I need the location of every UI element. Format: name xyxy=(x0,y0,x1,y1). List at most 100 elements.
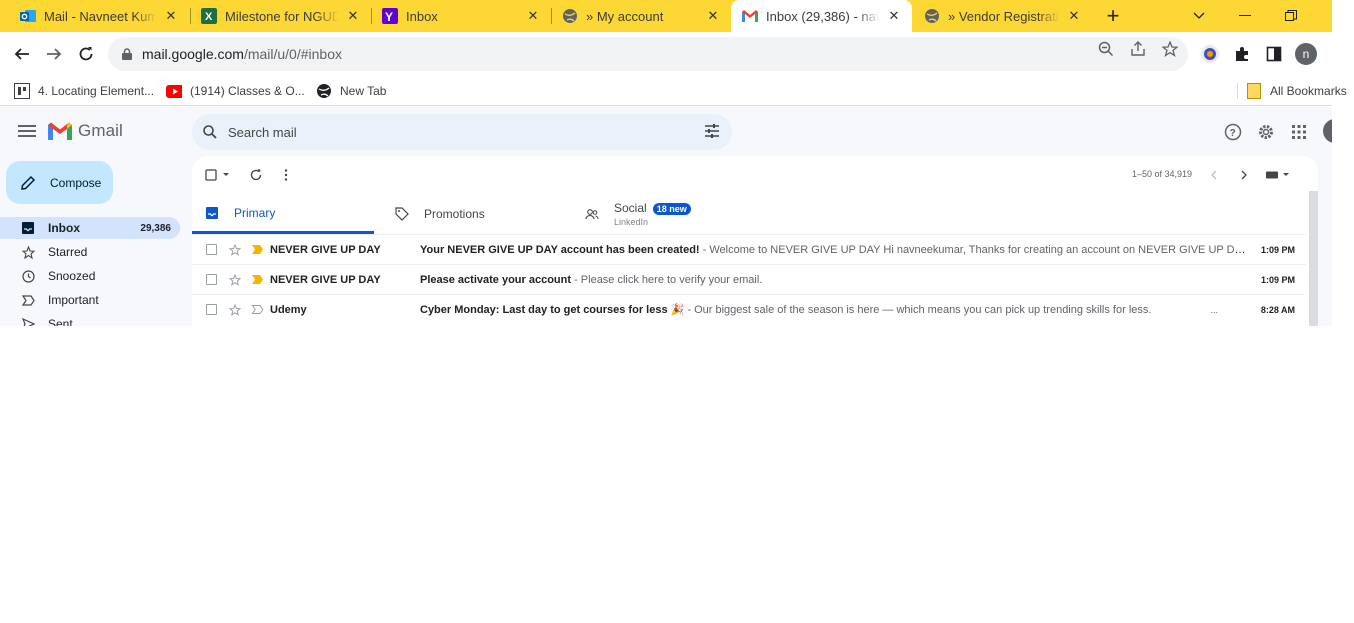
forward-icon[interactable] xyxy=(42,42,66,66)
row-checkbox[interactable] xyxy=(206,244,217,255)
all-bookmarks-button[interactable]: All Bookmarks xyxy=(1246,81,1347,101)
tab-social[interactable]: Social 18 new LinkedIn xyxy=(572,194,754,234)
profile-avatar[interactable]: n xyxy=(1294,42,1318,66)
reload-icon[interactable] xyxy=(74,42,98,66)
restore-button[interactable] xyxy=(1268,0,1314,32)
bookmark-item[interactable]: 4. Locating Element... xyxy=(14,81,154,101)
star-icon[interactable] xyxy=(228,303,242,317)
people-icon xyxy=(584,206,600,222)
account-avatar[interactable] xyxy=(1323,119,1332,143)
tab-primary[interactable]: Primary xyxy=(192,194,374,234)
browser-tab[interactable]: » Vendor Registration ✕ xyxy=(912,0,1092,32)
row-checkbox[interactable] xyxy=(206,304,217,315)
unread-count: 29,386 xyxy=(140,222,171,234)
scrollbar[interactable] xyxy=(1309,191,1318,326)
svg-text:X: X xyxy=(205,11,213,23)
email-row[interactable]: Udemy Cyber Monday: Last day to get cour… xyxy=(192,294,1306,324)
browser-tab[interactable]: Y Inbox ✕ xyxy=(362,0,551,32)
bookmark-item[interactable]: New Tab xyxy=(316,81,386,101)
mail-list-panel: 1–50 of 34,919 Primary Promotions Social… xyxy=(192,156,1318,326)
important-marker-icon[interactable] xyxy=(251,273,265,287)
important-marker-icon[interactable] xyxy=(251,243,265,257)
close-icon[interactable]: ✕ xyxy=(1066,8,1082,24)
address-bar[interactable]: mail.google.com/mail/u/0/#inbox xyxy=(108,37,1188,71)
nav-starred[interactable]: Starred xyxy=(0,241,180,263)
apps-grid-icon[interactable] xyxy=(1289,122,1309,142)
yahoo-icon: Y xyxy=(382,8,398,24)
search-bar[interactable]: Search mail xyxy=(192,114,732,150)
side-panel-icon[interactable] xyxy=(1262,42,1286,66)
nav-important[interactable]: Important xyxy=(0,289,180,311)
nav-snoozed[interactable]: Snoozed xyxy=(0,265,180,287)
gmail-wordmark: Gmail xyxy=(78,121,123,140)
nav-label: Important xyxy=(48,293,99,307)
close-icon[interactable]: ✕ xyxy=(345,8,361,24)
search-input[interactable]: Search mail xyxy=(228,125,297,140)
email-subject: Please activate your account xyxy=(420,273,572,286)
more-vert-icon[interactable] xyxy=(277,166,295,184)
tab-strip: Mail - Navneet Kumar ✕ X Milestone for N… xyxy=(0,0,1332,32)
chevron-right-icon[interactable] xyxy=(1235,166,1253,184)
chevron-left-icon[interactable] xyxy=(1205,166,1223,184)
tab-search-chevron-icon[interactable] xyxy=(1176,0,1222,32)
nav-label: Starred xyxy=(48,245,88,259)
browser-tab[interactable]: Mail - Navneet Kumar ✕ xyxy=(0,0,189,32)
new-count-badge: 18 new xyxy=(652,203,691,215)
close-icon[interactable]: ✕ xyxy=(705,8,721,24)
close-icon[interactable]: ✕ xyxy=(886,8,902,24)
star-icon[interactable] xyxy=(228,243,242,257)
search-icon[interactable] xyxy=(202,124,218,140)
bookmark-star-icon[interactable] xyxy=(1162,41,1178,57)
tab-promotions[interactable]: Promotions xyxy=(382,194,564,234)
nav-sent[interactable]: Sent xyxy=(0,313,180,326)
select-all-checkbox[interactable] xyxy=(204,166,232,184)
refresh-icon[interactable] xyxy=(247,166,265,184)
bookmark-item[interactable]: (1914) Classes & O... xyxy=(166,81,305,101)
url-text: mail.google.com/mail/u/0/#inbox xyxy=(142,46,342,62)
url-path: /mail/u/0/#inbox xyxy=(243,46,342,62)
input-tools-keyboard-icon[interactable] xyxy=(1264,166,1292,184)
bookmarks-divider xyxy=(1237,83,1238,99)
new-tab-button[interactable]: + xyxy=(1101,3,1125,28)
close-icon[interactable]: ✕ xyxy=(525,8,541,24)
url-host: mail.google.com xyxy=(142,46,244,62)
browser-tab[interactable]: » My account ✕ xyxy=(542,0,731,32)
excel-icon: X xyxy=(201,8,217,24)
email-snippet: - Our biggest sale of the season is here… xyxy=(684,304,1152,316)
nav-label: Sent xyxy=(48,317,73,326)
gmail-logo-icon xyxy=(48,122,72,140)
email-row[interactable]: NEVER GIVE UP DAY Please activate your a… xyxy=(192,264,1306,294)
lock-icon[interactable] xyxy=(120,47,134,61)
search-options-icon[interactable] xyxy=(704,124,720,140)
tab-sub-label: LinkedIn xyxy=(614,217,649,227)
back-icon[interactable] xyxy=(10,42,34,66)
settings-gear-icon[interactable] xyxy=(1256,122,1276,142)
outlook-icon xyxy=(20,8,36,24)
extension-icon[interactable] xyxy=(1198,42,1222,66)
globe-icon xyxy=(924,8,940,24)
help-icon[interactable]: ? xyxy=(1223,122,1243,142)
star-icon[interactable] xyxy=(228,273,242,287)
compose-button[interactable]: Compose xyxy=(6,161,113,204)
tab-title: Inbox xyxy=(406,8,438,24)
browser-tab[interactable]: X Milestone for NGUD ✕ xyxy=(181,0,371,32)
email-row[interactable]: NEVER GIVE UP DAY Your NEVER GIVE UP DAY… xyxy=(192,234,1306,264)
clock-icon xyxy=(21,269,35,283)
gmail-logo[interactable]: Gmail xyxy=(48,121,123,141)
send-icon xyxy=(21,317,35,326)
tab-title: » Vendor Registration xyxy=(948,8,1060,24)
share-icon[interactable] xyxy=(1130,41,1146,57)
puzzle-icon[interactable] xyxy=(1230,42,1254,66)
nav-label: Snoozed xyxy=(48,269,96,283)
close-icon[interactable]: ✕ xyxy=(163,8,179,24)
important-marker-icon[interactable] xyxy=(251,303,265,317)
minimize-button[interactable] xyxy=(1222,0,1268,32)
folder-icon xyxy=(1246,83,1262,99)
important-icon xyxy=(21,293,35,307)
globe-icon xyxy=(316,83,332,99)
row-checkbox[interactable] xyxy=(206,274,217,285)
zoom-icon[interactable] xyxy=(1098,41,1114,57)
main-menu-icon[interactable] xyxy=(17,122,37,142)
browser-tab-active[interactable]: Inbox (29,386) - navn ✕ xyxy=(731,0,912,32)
nav-inbox[interactable]: Inbox 29,386 xyxy=(0,217,180,239)
